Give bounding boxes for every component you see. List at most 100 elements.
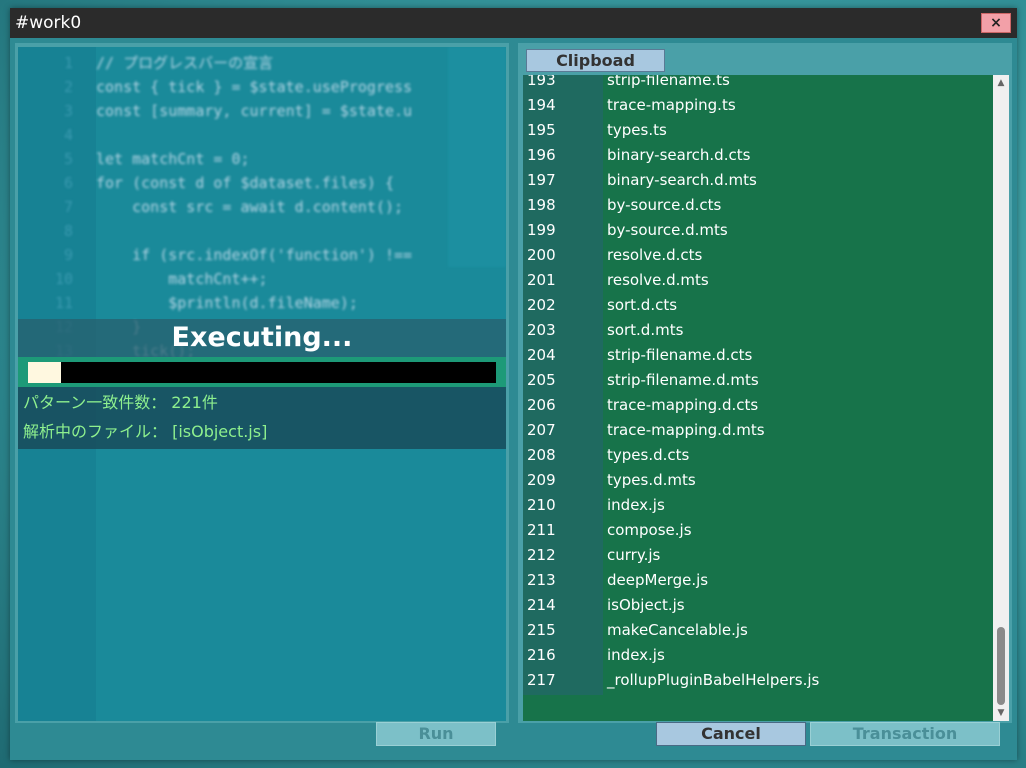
file-name: trace-mapping.d.mts xyxy=(607,421,765,439)
row-number: 212 xyxy=(527,546,556,564)
list-item[interactable]: 205 strip-filename.d.mts xyxy=(523,368,993,393)
list-item[interactable]: 196 binary-search.d.cts xyxy=(523,143,993,168)
row-number: 206 xyxy=(527,396,556,414)
file-name: strip-filename.ts xyxy=(607,75,730,89)
list-item[interactable]: 203 sort.d.mts xyxy=(523,318,993,343)
line-number: 1 xyxy=(63,54,73,72)
row-number: 203 xyxy=(527,321,556,339)
script-pane: 1 // プログレスバーの宣言 2 const { tick } = $state.u… xyxy=(15,43,509,723)
list-item[interactable]: 198 by-source.d.cts xyxy=(523,193,993,218)
row-number: 196 xyxy=(527,146,556,164)
output-pane: Clipboad ▲ ▼ 193 strip-filename.ts 194 trac… xyxy=(518,43,1012,723)
list-item[interactable]: 212 curry.js xyxy=(523,543,993,568)
code-line: 2 const { tick } = $state.useProgress xyxy=(18,75,506,99)
list-item[interactable]: 208 types.d.cts xyxy=(523,443,993,468)
file-name: types.d.cts xyxy=(607,446,690,464)
row-number: 197 xyxy=(527,171,556,189)
list-item[interactable]: 213 deepMerge.js xyxy=(523,568,993,593)
file-name: sort.d.cts xyxy=(607,296,678,314)
file-name: strip-filename.d.cts xyxy=(607,346,753,364)
file-name: compose.js xyxy=(607,521,692,539)
code-text: for (const d of $dataset.files) { xyxy=(96,174,395,192)
code-line: 6 for (const d of $dataset.files) { xyxy=(18,171,506,195)
row-number: 216 xyxy=(527,646,556,664)
window-titlebar[interactable]: #work0 × xyxy=(10,8,1017,38)
row-number: 199 xyxy=(527,221,556,239)
list-item[interactable]: 210 index.js xyxy=(523,493,993,518)
progress-fill xyxy=(28,362,61,383)
list-item[interactable]: 204 strip-filename.d.cts xyxy=(523,343,993,368)
list-item[interactable]: 214 isObject.js xyxy=(523,593,993,618)
line-number: 3 xyxy=(63,102,73,120)
scroll-up-arrow-icon[interactable]: ▲ xyxy=(993,75,1009,91)
list-item[interactable]: 201 resolve.d.mts xyxy=(523,268,993,293)
row-number: 201 xyxy=(527,271,556,289)
row-number: 214 xyxy=(527,596,556,614)
file-name: strip-filename.d.mts xyxy=(607,371,759,389)
row-number: 209 xyxy=(527,471,556,489)
list-item[interactable]: 216 index.js xyxy=(523,643,993,668)
status-panel: パターン一致件数： 221件 解析中のファイル： [isObject.js] xyxy=(18,387,506,449)
code-text: $println(d.fileName); xyxy=(96,294,358,312)
line-number: 5 xyxy=(63,150,73,168)
code-text: const [summary, current] = $state.u xyxy=(96,102,413,120)
line-number: 11 xyxy=(54,294,73,312)
code-text: // プログレスバーの宣言 xyxy=(96,54,274,72)
progress-bar xyxy=(18,357,506,387)
run-button[interactable]: Run xyxy=(376,722,496,746)
list-item[interactable]: 211 compose.js xyxy=(523,518,993,543)
row-number: 211 xyxy=(527,521,556,539)
scroll-thumb[interactable] xyxy=(997,627,1005,705)
window-title: #work0 xyxy=(15,13,82,33)
transaction-button[interactable]: Transaction xyxy=(810,722,1000,746)
list-item[interactable]: 193 strip-filename.ts xyxy=(523,75,993,93)
file-name: by-source.d.mts xyxy=(607,221,728,239)
file-name: binary-search.d.cts xyxy=(607,146,751,164)
row-number: 208 xyxy=(527,446,556,464)
line-number: 9 xyxy=(63,246,73,264)
file-name: deepMerge.js xyxy=(607,571,709,589)
row-number: 200 xyxy=(527,246,556,264)
row-number: 213 xyxy=(527,571,556,589)
list-item[interactable]: 199 by-source.d.mts xyxy=(523,218,993,243)
file-name: _rollupPluginBabelHelpers.js xyxy=(607,671,820,689)
output-list[interactable]: ▲ ▼ 193 strip-filename.ts 194 trace-mapping… xyxy=(523,75,1009,721)
row-number: 215 xyxy=(527,621,556,639)
list-item[interactable]: 209 types.d.mts xyxy=(523,468,993,493)
list-item[interactable]: 202 sort.d.cts xyxy=(523,293,993,318)
code-line: 5 let matchCnt = 0; xyxy=(18,147,506,171)
row-number: 205 xyxy=(527,371,556,389)
row-number: 194 xyxy=(527,96,556,114)
file-name: types.d.mts xyxy=(607,471,696,489)
code-text: const { tick } = $state.useProgress xyxy=(96,78,413,96)
code-line: 10 matchCnt++; xyxy=(18,267,506,291)
scroll-down-arrow-icon[interactable]: ▼ xyxy=(993,705,1009,721)
list-item[interactable]: 217 _rollupPluginBabelHelpers.js xyxy=(523,668,993,693)
file-name: resolve.d.mts xyxy=(607,271,709,289)
current-file-text: 解析中のファイル： [isObject.js] xyxy=(23,422,268,441)
file-name: index.js xyxy=(607,646,665,664)
row-number: 193 xyxy=(527,75,556,89)
line-number: 8 xyxy=(63,222,73,240)
row-number: 204 xyxy=(527,346,556,364)
code-text: if (src.indexOf('function') !== xyxy=(96,246,413,264)
clipboard-button[interactable]: Clipboad xyxy=(526,49,665,72)
list-item[interactable]: 195 types.ts xyxy=(523,118,993,143)
code-text: matchCnt++; xyxy=(96,270,268,288)
list-item[interactable]: 197 binary-search.d.mts xyxy=(523,168,993,193)
file-name: by-source.d.cts xyxy=(607,196,722,214)
list-item[interactable]: 215 makeCancelable.js xyxy=(523,618,993,643)
list-item[interactable]: 207 trace-mapping.d.mts xyxy=(523,418,993,443)
list-item[interactable]: 200 resolve.d.cts xyxy=(523,243,993,268)
line-number: 10 xyxy=(54,270,73,288)
close-button[interactable]: × xyxy=(981,13,1011,33)
list-item[interactable]: 194 trace-mapping.ts xyxy=(523,93,993,118)
cancel-button[interactable]: Cancel xyxy=(656,722,806,746)
file-name: trace-mapping.d.cts xyxy=(607,396,759,414)
row-number: 217 xyxy=(527,671,556,689)
code-line: 11 $println(d.fileName); xyxy=(18,291,506,315)
list-item[interactable]: 206 trace-mapping.d.cts xyxy=(523,393,993,418)
progress-track xyxy=(28,362,496,383)
file-name: sort.d.mts xyxy=(607,321,684,339)
vertical-scrollbar[interactable]: ▲ ▼ xyxy=(993,75,1009,721)
